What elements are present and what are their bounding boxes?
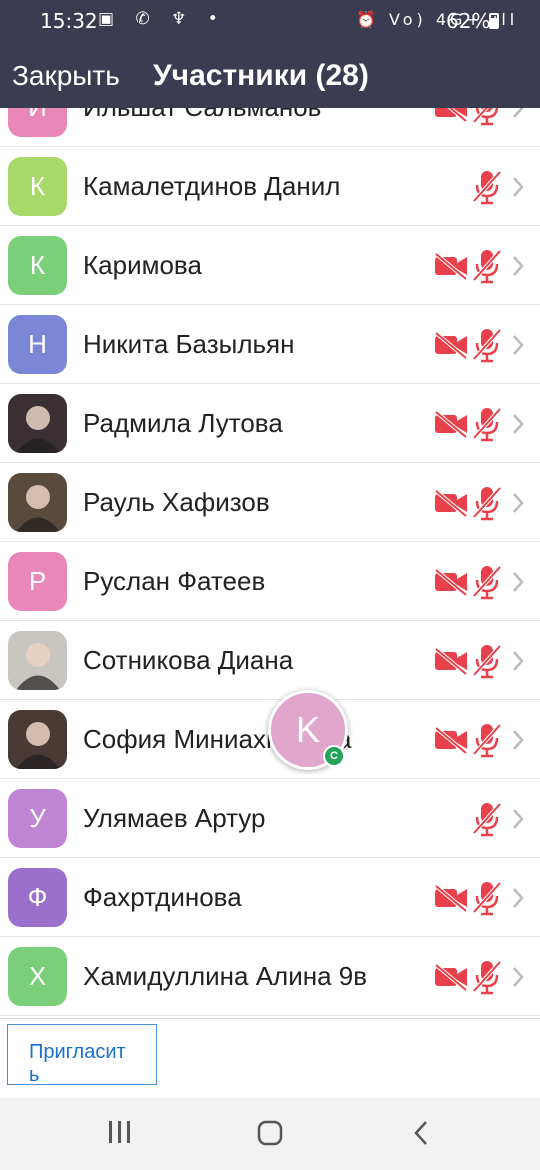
participant-name: Камалетдинов Данил [83, 171, 341, 201]
video-off-icon [433, 963, 469, 992]
close-button[interactable]: Закрыть [12, 60, 120, 92]
status-bar: 15:32 ▣ ✆ ♆ • ⏰ Vo) 4G+ ıll 62% [0, 0, 540, 42]
footer: Пригласит ь [0, 1018, 540, 1098]
avatar-photo [8, 631, 67, 690]
participant-name: Рауль Хафизов [83, 487, 270, 517]
mic-off-icon [472, 643, 502, 679]
video-off-icon [433, 884, 469, 913]
avatar-initial: К [29, 250, 46, 280]
chevron-right-icon[interactable] [511, 108, 525, 119]
participant-list-inner: И Ильшат Сальманов К Камалетдинов Данил К Кар… [0, 108, 540, 1016]
avatar-initial: И [28, 108, 47, 123]
participant-row[interactable]: Р Руслан Фатеев [0, 542, 540, 621]
mic-off-icon [472, 722, 502, 758]
avatar: Н [8, 315, 67, 374]
floating-avatar-initial: K [295, 709, 320, 750]
participant-name: Сотникова Диана [83, 645, 294, 675]
participant-name: Руслан Фатеев [83, 566, 266, 596]
mic-off-icon [472, 108, 502, 126]
participant-row[interactable]: Радмила Лутова [0, 384, 540, 463]
chevron-right-icon[interactable] [511, 413, 525, 435]
invite-button[interactable]: Пригласит ь [7, 1024, 157, 1085]
avatar-initial: Х [28, 961, 47, 991]
mic-off-icon [472, 406, 502, 442]
home-icon[interactable] [257, 1120, 283, 1146]
invite-button-label: Пригласит ь [29, 1041, 126, 1085]
mic-off-icon [472, 248, 502, 284]
participant-name: Улямаев Артур [83, 803, 266, 833]
video-off-icon [433, 647, 469, 676]
system-nav-bar [0, 1098, 540, 1170]
battery-icon [489, 13, 499, 29]
avatar: К [8, 157, 67, 216]
avatar-initial: К [29, 171, 46, 201]
video-off-icon [433, 108, 469, 123]
avatar: К [8, 236, 67, 295]
participant-name: Ильшат Сальманов [83, 108, 322, 123]
participant-name: Никита Базыльян [83, 329, 295, 359]
avatar: У [8, 789, 67, 848]
header: Закрыть Участники (28) [0, 42, 540, 108]
avatar: Х [8, 947, 67, 1006]
avatar-initial: Ф [27, 882, 48, 912]
participant-name: Каримова [83, 250, 202, 280]
mic-off-icon [472, 169, 502, 205]
mic-off-icon [472, 327, 502, 363]
avatar-photo [8, 473, 67, 532]
chevron-right-icon[interactable] [511, 492, 525, 514]
participant-row[interactable]: У Улямаев Артур [0, 779, 540, 858]
avatar-initial: Н [28, 329, 47, 359]
page-title: Участники (28) [153, 59, 369, 92]
participant-row[interactable]: Н Никита Базыльян [0, 305, 540, 384]
mic-off-icon [472, 564, 502, 600]
mic-off-icon [472, 959, 502, 995]
avatar-photo [8, 394, 67, 453]
participant-name: Хамидуллина Алина 9в [83, 961, 368, 991]
chevron-right-icon[interactable] [511, 808, 525, 830]
chevron-right-icon[interactable] [511, 729, 525, 751]
chevron-right-icon[interactable] [511, 966, 525, 988]
participant-row[interactable]: К Каримова [0, 226, 540, 305]
chevron-right-icon[interactable] [511, 334, 525, 356]
avatar-initial: Р [28, 566, 47, 596]
chevron-right-icon[interactable] [511, 571, 525, 593]
avatar-initial: У [29, 803, 46, 833]
floating-avatar-badge: C [323, 745, 345, 767]
participant-row[interactable]: Х Хамидуллина Алина 9в [0, 937, 540, 1016]
avatar: Ф [8, 868, 67, 927]
avatar: И [8, 108, 67, 137]
chevron-right-icon[interactable] [511, 650, 525, 672]
participant-name: Радмила Лутова [83, 408, 283, 438]
participant-row[interactable]: К Камалетдинов Данил [0, 147, 540, 226]
video-off-icon [433, 410, 469, 439]
participant-row[interactable]: Рауль Хафизов [0, 463, 540, 542]
chevron-right-icon[interactable] [511, 176, 525, 198]
battery-percent: 62% [446, 9, 491, 33]
mic-off-icon [472, 880, 502, 916]
recent-apps-icon[interactable] [107, 1120, 133, 1144]
participant-row[interactable]: И Ильшат Сальманов [0, 108, 540, 147]
chevron-right-icon[interactable] [511, 887, 525, 909]
back-icon[interactable] [412, 1120, 430, 1146]
participant-name: Фахртдинова [83, 882, 242, 912]
video-off-icon [433, 568, 469, 597]
mic-off-icon [472, 801, 502, 837]
mic-off-icon [472, 485, 502, 521]
status-time: 15:32 [40, 9, 98, 33]
video-off-icon [433, 489, 469, 518]
video-off-icon [433, 726, 469, 755]
participant-list[interactable]: И Ильшат Сальманов К Камалетдинов Данил К Кар… [0, 108, 540, 1018]
avatar-photo [8, 710, 67, 769]
video-off-icon [433, 331, 469, 360]
notification-icons: ▣ ✆ ♆ • [98, 9, 226, 29]
chevron-right-icon[interactable] [511, 255, 525, 277]
video-off-icon [433, 252, 469, 281]
avatar: Р [8, 552, 67, 611]
participant-row[interactable]: Сотникова Диана [0, 621, 540, 700]
participant-row[interactable]: Ф Фахртдинова [0, 858, 540, 937]
